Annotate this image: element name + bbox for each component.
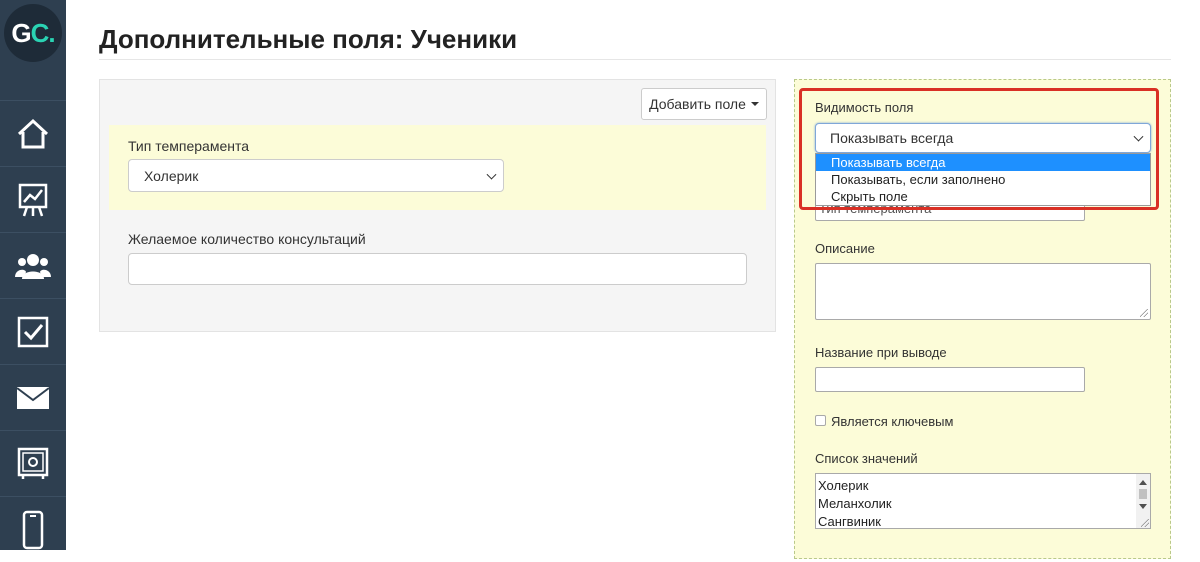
list-item[interactable]: Меланхолик xyxy=(816,495,1150,513)
temperament-select[interactable]: Холерик xyxy=(128,159,504,192)
visibility-dropdown: Показывать всегда Показывать, если запол… xyxy=(815,153,1151,206)
scroll-up-icon[interactable] xyxy=(1139,480,1147,485)
temperament-label: Тип темперамента xyxy=(128,138,250,154)
consultations-input[interactable] xyxy=(128,253,747,285)
output-name-label: Название при выводе xyxy=(815,345,947,360)
scroll-thumb[interactable] xyxy=(1139,489,1147,499)
output-name-input[interactable] xyxy=(815,367,1085,392)
page-title: Дополнительные поля: Ученики xyxy=(99,24,518,54)
sidebar-item-sales[interactable] xyxy=(0,430,66,496)
logo[interactable]: G C. xyxy=(0,0,66,66)
users-icon xyxy=(15,253,51,279)
visibility-select-value: Показывать всегда xyxy=(830,130,954,146)
visibility-option-hide[interactable]: Скрыть поле xyxy=(816,188,1150,205)
is-key-checkbox[interactable] xyxy=(815,415,826,426)
chart-icon xyxy=(18,183,48,216)
sidebar-item-users[interactable] xyxy=(0,232,66,298)
logo-letter-c: C. xyxy=(30,17,56,48)
description-label: Описание xyxy=(815,241,875,256)
scroll-down-icon[interactable] xyxy=(1139,504,1147,509)
mail-icon xyxy=(16,386,50,409)
add-field-button-label: Добавить поле xyxy=(649,96,746,112)
chevron-down-icon xyxy=(486,169,497,180)
sidebar-item-stats[interactable] xyxy=(0,166,66,232)
visibility-label: Видимость поля xyxy=(815,100,914,115)
logo-mark: G C. xyxy=(4,4,62,62)
chevron-down-icon xyxy=(1133,131,1144,142)
safe-icon xyxy=(17,447,49,479)
add-field-button[interactable]: Добавить поле xyxy=(641,88,767,120)
visibility-select[interactable]: Показывать всегда xyxy=(815,123,1151,153)
list-item[interactable]: Сангвиник xyxy=(816,513,1150,528)
description-textarea[interactable] xyxy=(815,263,1151,320)
visibility-option-always[interactable]: Показывать всегда xyxy=(816,154,1150,171)
is-key-label: Является ключевым xyxy=(831,414,954,429)
values-listbox[interactable]: Холерик Меланхолик Сангвиник xyxy=(815,473,1151,529)
checkbox-icon xyxy=(17,316,49,347)
visibility-option-if-filled[interactable]: Показывать, если заполнено xyxy=(816,171,1150,188)
phone-icon xyxy=(22,510,44,549)
temperament-select-value: Холерик xyxy=(144,167,199,184)
resize-grip-icon[interactable] xyxy=(1140,309,1148,317)
title-divider xyxy=(99,59,1171,60)
sidebar-item-messages[interactable] xyxy=(0,364,66,430)
consultations-label: Желаемое количество консультаций xyxy=(128,231,366,247)
sidebar-item-tasks[interactable] xyxy=(0,298,66,364)
sidebar: G C. xyxy=(0,0,66,550)
resize-grip-icon[interactable] xyxy=(1141,519,1149,527)
home-icon xyxy=(17,118,49,148)
sidebar-item-home[interactable] xyxy=(0,100,66,166)
list-item[interactable]: Холерик xyxy=(816,477,1150,495)
sidebar-item-mobile[interactable] xyxy=(0,496,66,562)
caret-down-icon xyxy=(750,102,759,106)
values-list-label: Список значений xyxy=(815,451,918,466)
logo-letter-g: G xyxy=(11,17,31,48)
